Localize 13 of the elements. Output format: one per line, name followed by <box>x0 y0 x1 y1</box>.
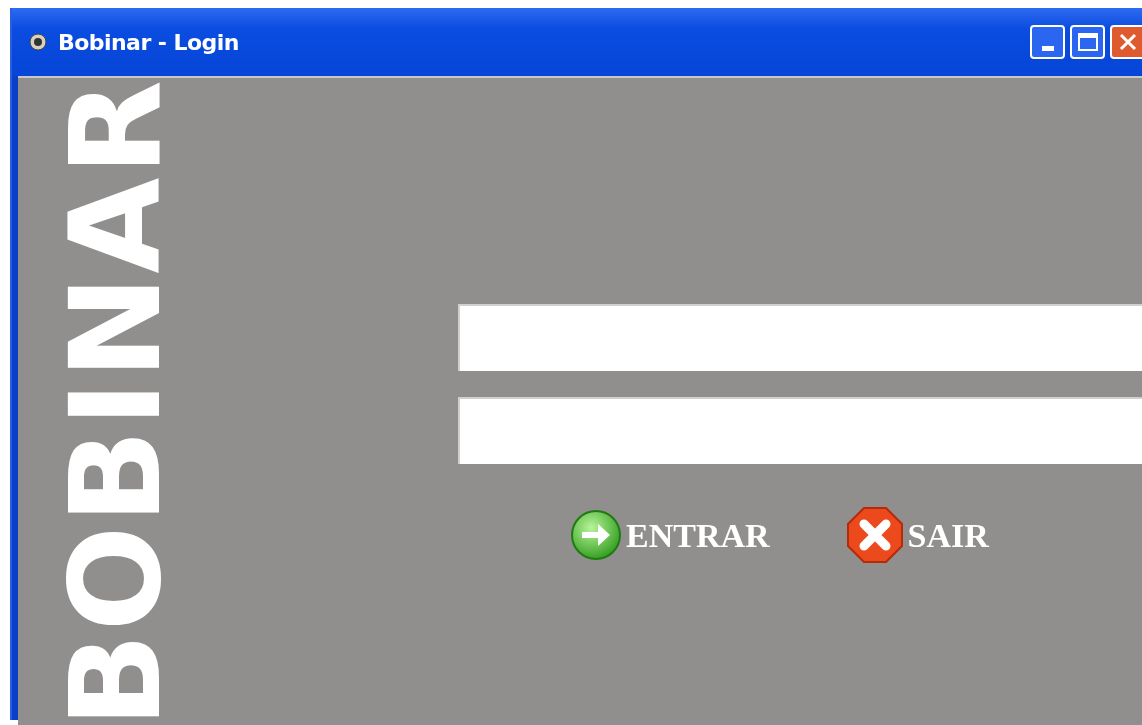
arrow-right-icon <box>570 509 622 561</box>
close-icon <box>1118 32 1138 52</box>
window-title: Bobinar - Login <box>58 28 239 57</box>
close-icon <box>845 506 904 564</box>
maximize-button[interactable] <box>1070 25 1105 59</box>
exit-button[interactable]: SAIR <box>845 506 989 564</box>
input-field[interactable] <box>458 397 1142 464</box>
minimize-button[interactable] <box>1030 25 1065 59</box>
input-field[interactable] <box>458 304 1142 371</box>
logo-text: BOBINAR <box>54 78 178 725</box>
minimize-icon <box>1041 46 1054 51</box>
maximize-icon <box>1077 33 1098 51</box>
enter-button[interactable]: ENTRAR <box>570 509 770 561</box>
